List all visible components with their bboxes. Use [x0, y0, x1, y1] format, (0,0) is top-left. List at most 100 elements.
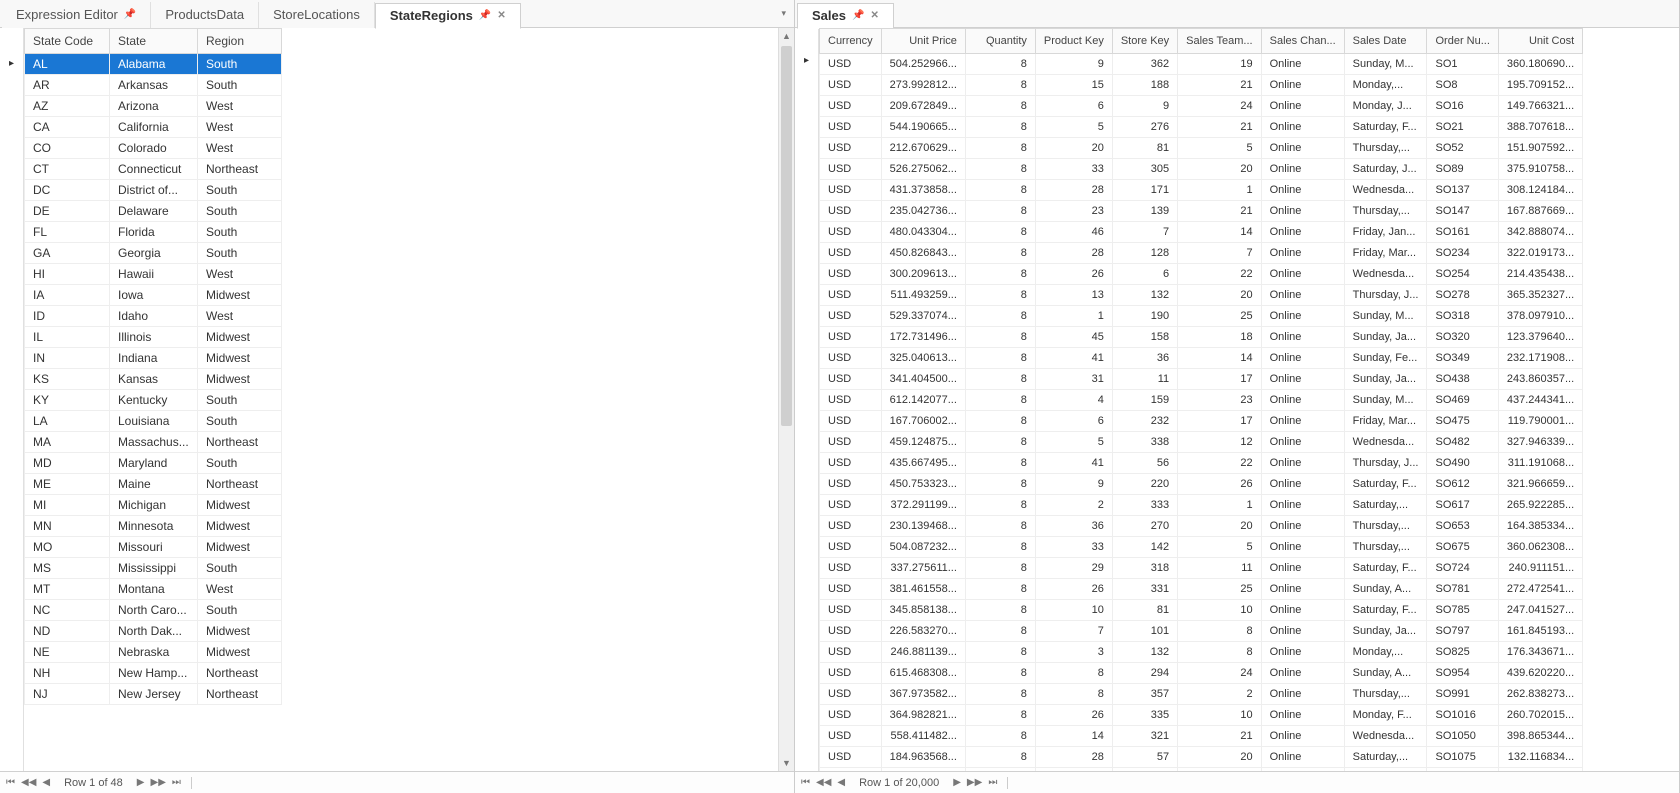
col-quantity[interactable]: Quantity: [965, 29, 1035, 54]
close-icon[interactable]: ✕: [870, 10, 878, 21]
table-row[interactable]: USD325.040613...8413614OnlineSunday, Fe.…: [820, 348, 1583, 369]
cell-date[interactable]: Monday,...: [1344, 642, 1427, 663]
cell-cur[interactable]: USD: [820, 327, 882, 348]
cell-code[interactable]: CO: [25, 138, 110, 159]
cell-state[interactable]: Connecticut: [110, 159, 198, 180]
cell-cur[interactable]: USD: [820, 96, 882, 117]
cell-up[interactable]: 360.598552...: [881, 768, 965, 772]
cell-pk[interactable]: 3: [1035, 642, 1112, 663]
cell-date[interactable]: Sunday, Fe...: [1344, 348, 1427, 369]
cell-on[interactable]: SO475: [1427, 411, 1498, 432]
cell-code[interactable]: DE: [25, 201, 110, 222]
table-row[interactable]: USD367.973582...883572OnlineThursday,...…: [820, 684, 1583, 705]
cell-st[interactable]: 2: [1178, 684, 1261, 705]
cell-pk[interactable]: 6: [1035, 96, 1112, 117]
cell-code[interactable]: GA: [25, 243, 110, 264]
cell-state[interactable]: Maryland: [110, 453, 198, 474]
cell-uc[interactable]: 176.343671...: [1498, 642, 1582, 663]
cell-uc[interactable]: 365.352327...: [1498, 285, 1582, 306]
cell-qty[interactable]: 8: [965, 390, 1035, 411]
last-record-button[interactable]: ⏭: [172, 777, 181, 788]
cell-state[interactable]: Maine: [110, 474, 198, 495]
cell-up[interactable]: 230.139468...: [881, 516, 965, 537]
cell-cur[interactable]: USD: [820, 243, 882, 264]
cell-ch[interactable]: Online: [1261, 453, 1344, 474]
cell-sk[interactable]: 357: [1112, 684, 1177, 705]
cell-st[interactable]: 19: [1178, 54, 1261, 75]
cell-region[interactable]: Midwest: [198, 621, 282, 642]
cell-up[interactable]: 544.190665...: [881, 117, 965, 138]
cell-cur[interactable]: USD: [820, 621, 882, 642]
scroll-thumb[interactable]: [781, 46, 792, 426]
cell-state[interactable]: Florida: [110, 222, 198, 243]
cell-qty[interactable]: 8: [965, 306, 1035, 327]
cell-ch[interactable]: Online: [1261, 411, 1344, 432]
cell-pk[interactable]: 33: [1035, 159, 1112, 180]
cell-pk[interactable]: 23: [1035, 201, 1112, 222]
cell-cur[interactable]: USD: [820, 285, 882, 306]
cell-code[interactable]: ND: [25, 621, 110, 642]
cell-sk[interactable]: 11: [1112, 369, 1177, 390]
cell-qty[interactable]: 8: [965, 138, 1035, 159]
tab-productsdata[interactable]: ProductsData: [151, 2, 259, 28]
cell-cur[interactable]: USD: [820, 705, 882, 726]
cell-pk[interactable]: 8: [1035, 684, 1112, 705]
cell-ch[interactable]: Online: [1261, 495, 1344, 516]
cell-on[interactable]: SO320: [1427, 327, 1498, 348]
cell-st[interactable]: 20: [1178, 516, 1261, 537]
cell-sk[interactable]: 132: [1112, 642, 1177, 663]
cell-st[interactable]: 5: [1178, 768, 1261, 772]
cell-code[interactable]: AZ: [25, 96, 110, 117]
cell-on[interactable]: SO781: [1427, 579, 1498, 600]
cell-up[interactable]: 367.973582...: [881, 684, 965, 705]
table-row[interactable]: USD504.252966...8936219OnlineSunday, M..…: [820, 54, 1583, 75]
cell-pk[interactable]: 39: [1035, 768, 1112, 772]
cell-st[interactable]: 10: [1178, 600, 1261, 621]
cell-qty[interactable]: 8: [965, 726, 1035, 747]
cell-up[interactable]: 226.583270...: [881, 621, 965, 642]
table-row[interactable]: INIndianaMidwest: [25, 348, 282, 369]
cell-ch[interactable]: Online: [1261, 642, 1344, 663]
cell-cur[interactable]: USD: [820, 558, 882, 579]
cell-code[interactable]: FL: [25, 222, 110, 243]
cell-sk[interactable]: 190: [1112, 306, 1177, 327]
cell-qty[interactable]: 8: [965, 432, 1035, 453]
cell-sk[interactable]: 81: [1112, 138, 1177, 159]
table-row[interactable]: MAMassachus...Northeast: [25, 432, 282, 453]
table-row[interactable]: USD246.881139...831328OnlineMonday,...SO…: [820, 642, 1583, 663]
cell-cur[interactable]: USD: [820, 495, 882, 516]
cell-date[interactable]: Monday, F...: [1344, 705, 1427, 726]
cell-up[interactable]: 209.672849...: [881, 96, 965, 117]
cell-st[interactable]: 5: [1178, 138, 1261, 159]
cell-region[interactable]: Midwest: [198, 348, 282, 369]
cell-pk[interactable]: 9: [1035, 54, 1112, 75]
cell-region[interactable]: South: [198, 453, 282, 474]
cell-ch[interactable]: Online: [1261, 306, 1344, 327]
cell-pk[interactable]: 41: [1035, 348, 1112, 369]
cell-qty[interactable]: 8: [965, 285, 1035, 306]
cell-st[interactable]: 20: [1178, 285, 1261, 306]
cell-uc[interactable]: 243.860357...: [1498, 369, 1582, 390]
cell-on[interactable]: SO1075: [1427, 747, 1498, 768]
cell-code[interactable]: ID: [25, 306, 110, 327]
cell-sk[interactable]: 101: [1112, 621, 1177, 642]
cell-ch[interactable]: Online: [1261, 663, 1344, 684]
cell-pk[interactable]: 28: [1035, 747, 1112, 768]
cell-up[interactable]: 615.468308...: [881, 663, 965, 684]
cell-up[interactable]: 504.087232...: [881, 537, 965, 558]
cell-state[interactable]: Illinois: [110, 327, 198, 348]
cell-uc[interactable]: 164.385334...: [1498, 516, 1582, 537]
cell-state[interactable]: Mississippi: [110, 558, 198, 579]
cell-on[interactable]: SO21: [1427, 117, 1498, 138]
cell-date[interactable]: Wednesda...: [1344, 726, 1427, 747]
cell-code[interactable]: NE: [25, 642, 110, 663]
col-sales-team[interactable]: Sales Team...: [1178, 29, 1261, 54]
cell-on[interactable]: SO89: [1427, 159, 1498, 180]
cell-sk[interactable]: 159: [1112, 390, 1177, 411]
pin-icon[interactable]: 📌: [479, 10, 491, 21]
cell-pk[interactable]: 41: [1035, 453, 1112, 474]
cell-st[interactable]: 1: [1178, 180, 1261, 201]
cell-date[interactable]: Friday, Jan...: [1344, 222, 1427, 243]
cell-code[interactable]: AR: [25, 75, 110, 96]
cell-ch[interactable]: Online: [1261, 222, 1344, 243]
